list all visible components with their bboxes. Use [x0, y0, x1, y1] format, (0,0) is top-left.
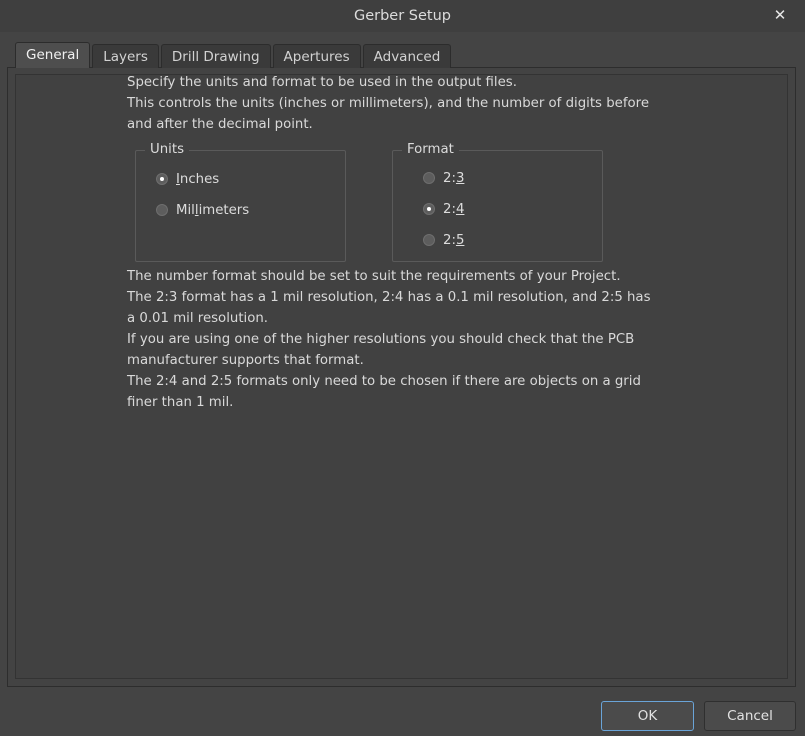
radio-label: Millimeters	[176, 202, 250, 218]
tab-apertures[interactable]: Apertures	[272, 44, 361, 68]
title-bar: Gerber Setup ✕	[0, 0, 805, 32]
radio-2-3[interactable]: 2:3	[423, 169, 464, 187]
format-group-title: Format	[402, 142, 459, 157]
radio-2-5[interactable]: 2:5	[423, 231, 464, 249]
radio-indicator	[156, 204, 168, 216]
radio-label: 2:3	[443, 170, 465, 186]
radio-indicator	[423, 203, 435, 215]
tab-advanced[interactable]: Advanced	[362, 44, 452, 68]
radio-label: 2:5	[443, 232, 465, 248]
tab-layers[interactable]: Layers	[92, 44, 159, 68]
radio-label: Inches	[176, 171, 220, 187]
radio-indicator	[156, 173, 168, 185]
tab-drill-drawing[interactable]: Drill Drawing	[160, 44, 271, 68]
radio-label: 2:4	[443, 201, 465, 217]
tab-general[interactable]: General	[15, 42, 91, 68]
radio-indicator	[423, 172, 435, 184]
radio-inches[interactable]: Inches	[156, 170, 219, 188]
window-title: Gerber Setup	[353, 8, 452, 24]
detail-text: The number format should be set to suit …	[127, 269, 651, 410]
radio-indicator	[423, 234, 435, 246]
radio-millimeters[interactable]: Millimeters	[156, 201, 249, 219]
units-group: Units Inches Millimeters	[135, 142, 346, 262]
close-icon[interactable]: ✕	[763, 0, 797, 30]
ok-button[interactable]: OK	[601, 701, 694, 731]
radio-2-4[interactable]: 2:4	[423, 200, 464, 218]
units-group-title: Units	[145, 142, 189, 157]
cancel-button[interactable]: Cancel	[704, 701, 796, 731]
format-group: Format 2:3 2:4 2:5	[392, 142, 603, 262]
intro-text: Specify the units and format to be used …	[127, 75, 649, 132]
tab-bar: General Layers Drill Drawing Apertures Advan…	[15, 42, 453, 68]
